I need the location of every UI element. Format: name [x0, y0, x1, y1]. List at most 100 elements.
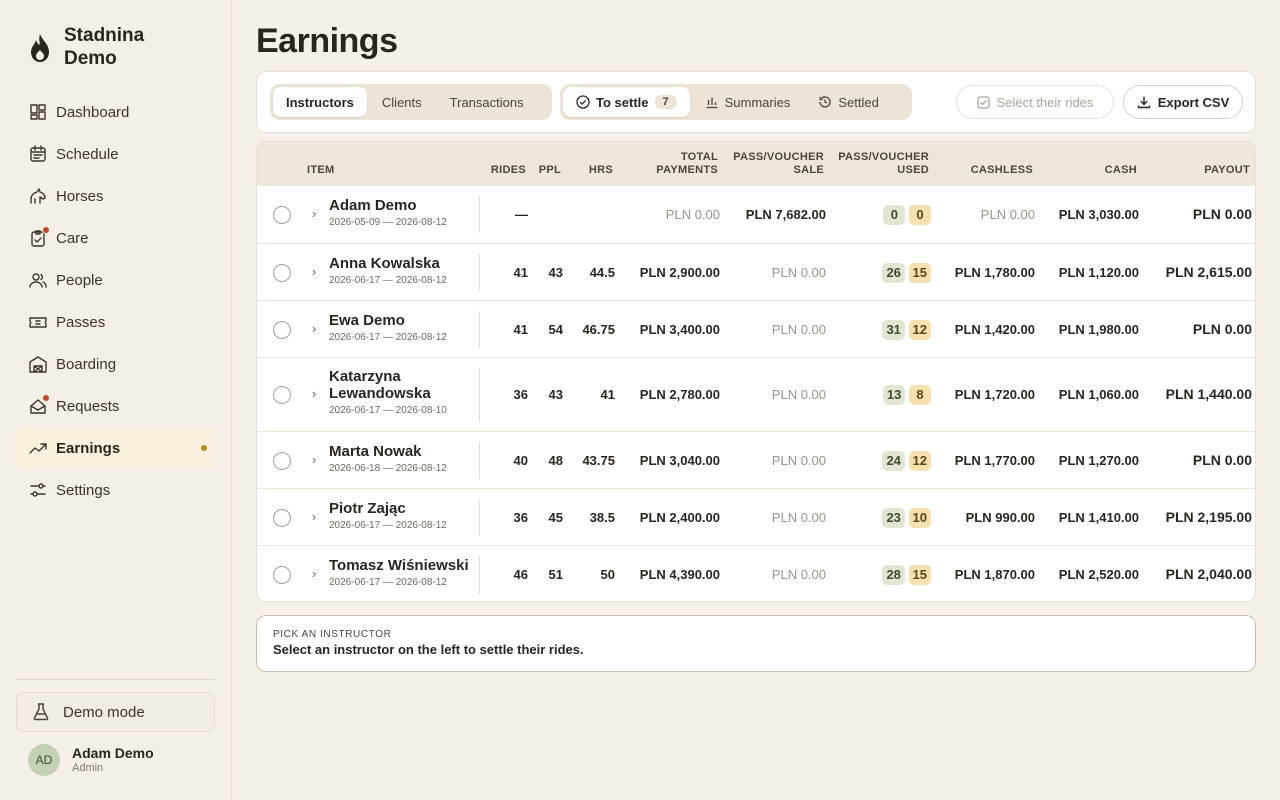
user-profile[interactable]: AD Adam Demo Admin [28, 744, 154, 776]
table-header: ITEM RIDES PPL HRS TOTAL PAYMENTS PASS/V… [257, 142, 1255, 186]
table-row[interactable]: › Katarzyna Lewandowska 2026-06-17 — 2026-… [257, 357, 1255, 431]
date-range: 2026-06-17 — 2026-08-12 [329, 520, 447, 531]
sidebar-item-label: Settings [56, 481, 111, 499]
sidebar-item-people[interactable]: People [16, 260, 215, 300]
cell-cash: PLN 1,060.00 [1058, 387, 1139, 402]
table-row[interactable]: › Piotr Zając 2026-06-17 — 2026-08-12 36 45 3… [257, 488, 1255, 545]
sidebar-item-passes[interactable]: Passes [16, 302, 215, 342]
chevron-right-icon[interactable]: › [312, 452, 316, 467]
row-select-radio[interactable] [273, 566, 291, 584]
cell-rides: — [515, 206, 528, 222]
cell-ppl: 43 [548, 264, 563, 280]
instructor-name: Marta Nowak [329, 443, 422, 460]
view-segmented-control: Instructors Clients Transactions [270, 84, 552, 120]
row-select-radio[interactable] [273, 263, 291, 282]
bar-chart-icon [706, 97, 718, 109]
export-csv-button[interactable]: Export CSV [1123, 85, 1243, 119]
cell-cash: PLN 1,410.00 [1058, 509, 1139, 525]
demo-mode-label: Demo mode [63, 703, 145, 721]
cell-ppl: 43 [548, 387, 563, 402]
to-settle-count-badge: 7 [654, 95, 677, 109]
select-their-rides-label: Select their rides [996, 94, 1094, 110]
barn-icon [28, 354, 48, 374]
tab-instructors[interactable]: Instructors [273, 87, 367, 117]
table-row[interactable]: › Ewa Demo 2026-06-17 — 2026-08-12 41 54 46.7… [257, 300, 1255, 357]
cell-ppl: 51 [548, 567, 563, 582]
cell-cashless: PLN 1,720.00 [954, 387, 1035, 402]
sidebar-item-dashboard[interactable]: Dashboard [16, 92, 215, 132]
row-select-radio[interactable] [273, 386, 291, 404]
table-row[interactable]: › Adam Demo 2026-05-09 — 2026-08-12 — PLN 0.… [257, 186, 1255, 243]
demo-mode-button[interactable]: Demo mode [16, 692, 215, 732]
tab-settled[interactable]: Settled [805, 87, 891, 117]
instructor-name: Ewa Demo [329, 312, 405, 329]
column-divider [479, 196, 480, 233]
cell-pass-voucher-used: 0 0 [883, 204, 931, 225]
cell-cashless: PLN 1,870.00 [954, 567, 1035, 582]
brand-line-1: Stadnina [64, 25, 145, 46]
column-divider [479, 499, 480, 536]
sidebar-item-settings[interactable]: Settings [16, 470, 215, 510]
sidebar-item-label: Earnings [56, 439, 121, 457]
cell-cashless: PLN 1,420.00 [954, 321, 1035, 337]
tab-clients[interactable]: Clients [369, 87, 435, 117]
col-hrs: HRS [588, 164, 613, 176]
flask-icon [33, 703, 49, 721]
cell-cash: PLN 1,270.00 [1058, 452, 1139, 468]
export-csv-label: Export CSV [1157, 94, 1230, 110]
cell-cash: PLN 3,030.00 [1058, 206, 1139, 222]
row-select-radio[interactable] [273, 508, 291, 527]
used-voucher-count-badge: 8 [909, 385, 931, 405]
brand-name: Stadnina Demo [64, 24, 144, 70]
cell-payout: PLN 0.00 [1192, 205, 1252, 222]
sidebar-item-label: Schedule [56, 145, 119, 163]
cell-pass-voucher-sale: PLN 0.00 [771, 509, 826, 525]
table-row[interactable]: › Tomasz Wiśniewski 2026-06-17 — 2026-08-1… [257, 545, 1255, 601]
sidebar-item-boarding[interactable]: Boarding [16, 344, 215, 384]
history-icon [819, 96, 831, 108]
tab-to-settle[interactable]: To settle 7 [563, 87, 690, 117]
sidebar-item-schedule[interactable]: Schedule [16, 134, 215, 174]
sidebar-item-earnings[interactable]: Earnings [16, 428, 215, 468]
check-circle-icon [576, 95, 590, 109]
col-pv-sale-line2: SALE [793, 164, 824, 176]
table-row[interactable]: › Marta Nowak 2026-06-18 — 2026-08-12 40 48 4… [257, 431, 1255, 488]
cell-hrs: 41 [600, 387, 615, 402]
chevron-right-icon[interactable]: › [312, 321, 316, 336]
cell-payout: PLN 2,615.00 [1165, 263, 1252, 280]
sidebar-item-requests[interactable]: Requests [16, 386, 215, 426]
sidebar-item-label: Horses [56, 187, 104, 205]
cell-pass-voucher-used: 31 12 [882, 319, 931, 340]
column-divider [479, 556, 480, 594]
sidebar-item-horses[interactable]: Horses [16, 176, 215, 216]
cell-total-payments: PLN 2,900.00 [639, 264, 720, 280]
row-select-radio[interactable] [273, 205, 291, 224]
chevron-right-icon[interactable]: › [312, 509, 316, 524]
chevron-right-icon[interactable]: › [312, 206, 316, 221]
cell-rides: 41 [513, 264, 528, 280]
sidebar-item-care[interactable]: Care [16, 218, 215, 258]
tab-summaries-label: Summaries [724, 94, 791, 110]
cell-cashless: PLN 0.00 [980, 206, 1035, 222]
instructor-name: Anna Kowalska [329, 255, 440, 272]
select-their-rides-button[interactable]: Select their rides [956, 85, 1114, 119]
brand-line-2: Demo [64, 48, 117, 69]
sliders-icon [28, 480, 48, 500]
col-total-payments-line1: TOTAL [680, 151, 718, 163]
horse-icon [28, 186, 48, 206]
cell-payout: PLN 0.00 [1192, 320, 1252, 337]
page-title: Earnings [256, 22, 398, 60]
tab-transactions[interactable]: Transactions [437, 87, 537, 117]
cell-pass-voucher-sale: PLN 0.00 [771, 387, 826, 402]
table-row[interactable]: › Anna Kowalska 2026-06-17 — 2026-08-12 41 4… [257, 243, 1255, 300]
tab-summaries[interactable]: Summaries [692, 87, 804, 117]
chevron-right-icon[interactable]: › [312, 386, 316, 401]
col-pv-used-line2: USED [897, 164, 929, 176]
chevron-right-icon[interactable]: › [312, 566, 316, 581]
download-icon [1137, 96, 1150, 109]
cell-pass-voucher-used: 23 10 [882, 507, 931, 528]
row-select-radio[interactable] [273, 451, 291, 470]
brand[interactable]: Stadnina Demo [28, 24, 144, 70]
chevron-right-icon[interactable]: › [312, 264, 316, 279]
row-select-radio[interactable] [273, 320, 291, 339]
